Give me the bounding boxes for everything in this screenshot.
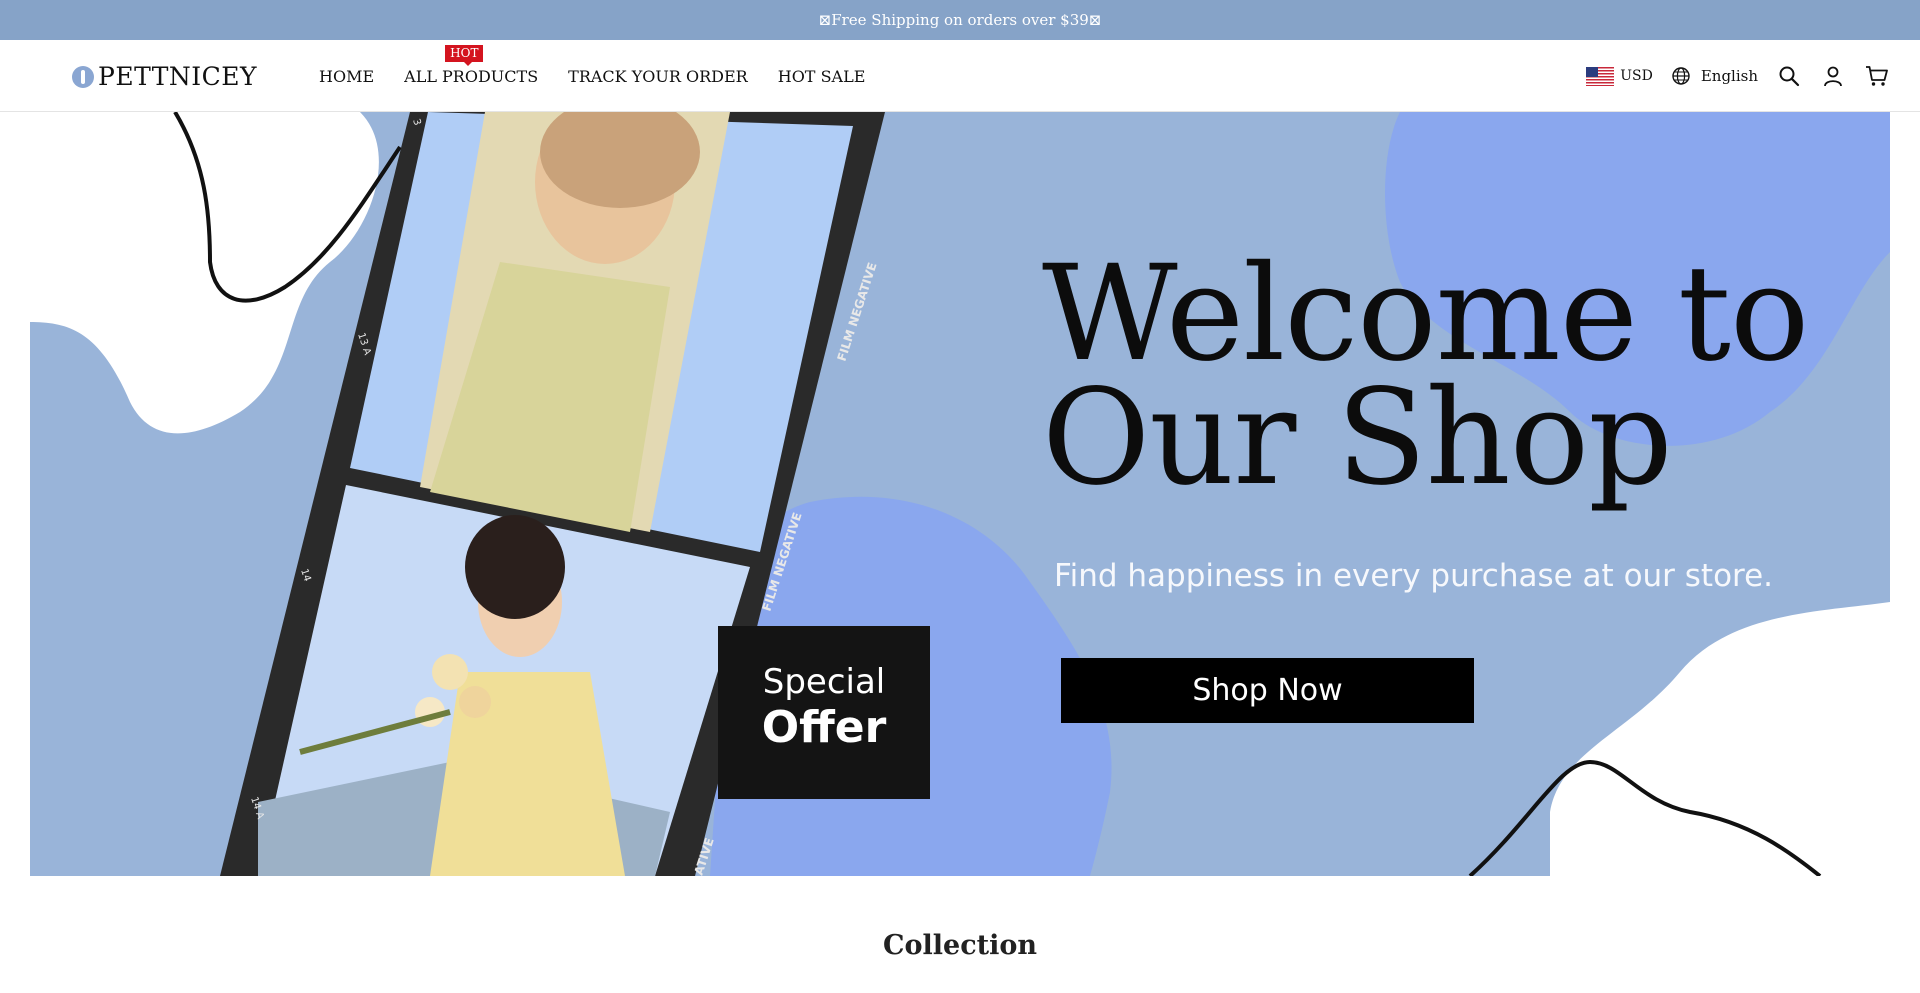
globe-icon <box>1672 67 1690 85</box>
language-selector[interactable]: English <box>1671 66 1758 86</box>
offer-line-2: Offer <box>761 702 887 753</box>
account-button[interactable] <box>1820 63 1846 89</box>
announcement-text: ⊠Free Shipping on orders over $39⊠ <box>818 11 1102 29</box>
language-label: English <box>1700 67 1758 85</box>
logo-text: PETTNICEY <box>98 62 258 91</box>
currency-label: USD <box>1620 68 1653 84</box>
shop-now-button[interactable]: Shop Now <box>1061 658 1474 723</box>
currency-selector[interactable]: USD <box>1586 66 1653 86</box>
nav-home[interactable]: HOME <box>319 67 374 86</box>
user-icon <box>1824 66 1842 87</box>
white-blob-bottom-right <box>1550 602 1890 876</box>
header-tools: USD English <box>1586 40 1890 112</box>
announcement-bar: ⊠Free Shipping on orders over $39⊠ <box>0 0 1920 40</box>
site-header: PETTNICEY HOME HOT ALL PRODUCTS TRACK YO… <box>0 40 1920 112</box>
collection-heading: Collection <box>883 930 1037 961</box>
main-nav: HOME HOT ALL PRODUCTS TRACK YOUR ORDER H… <box>319 40 865 112</box>
hero-subtitle: Find happiness in every purchase at our … <box>1054 558 1774 594</box>
cart-icon <box>1866 66 1888 86</box>
flag-us-icon <box>1586 66 1615 86</box>
logo[interactable]: PETTNICEY <box>72 62 257 91</box>
hero-banner: FILM NEGATIVE FILM NEGATIVE ATIVE 3 13 A… <box>30 112 1890 876</box>
special-offer-box: Special Offer <box>718 626 930 799</box>
nav-hot-sale[interactable]: HOT SALE <box>778 67 866 86</box>
white-blob-top-left <box>30 112 379 434</box>
search-button[interactable] <box>1776 63 1802 89</box>
cart-button[interactable] <box>1864 63 1890 89</box>
logo-mark-icon <box>72 65 94 88</box>
nav-all-products-label: ALL PRODUCTS <box>404 66 539 86</box>
hero-headline-line-2: Our Shop <box>1042 361 1673 515</box>
search-icon <box>1779 66 1800 87</box>
hot-badge: HOT <box>445 44 484 66</box>
hero-headline: Welcome to Our Shop <box>1042 248 1862 504</box>
nav-all-products[interactable]: HOT ALL PRODUCTS <box>404 44 539 86</box>
offer-line-1: Special <box>762 662 886 702</box>
nav-track-order[interactable]: TRACK YOUR ORDER <box>568 67 748 86</box>
